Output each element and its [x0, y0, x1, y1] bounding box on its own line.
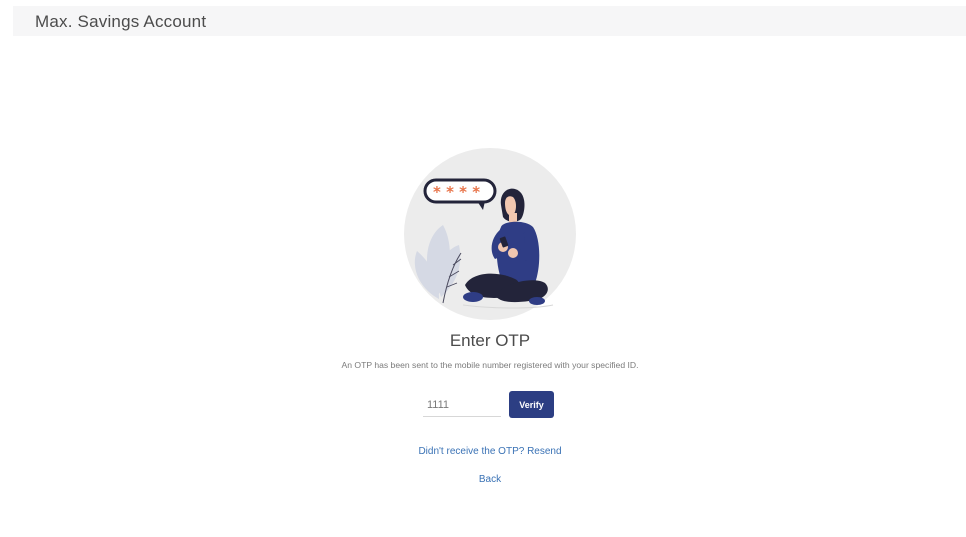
verify-button[interactable]: Verify — [509, 391, 554, 418]
otp-illustration: * * * * — [403, 147, 577, 321]
page-header: Max. Savings Account — [13, 6, 966, 36]
woman-with-phone-illustration-icon: * * * * — [404, 148, 576, 320]
otp-description: An OTP has been sent to the mobile numbe… — [341, 360, 639, 370]
page-title: Max. Savings Account — [35, 12, 207, 31]
resend-otp-link[interactable]: Didn't receive the OTP? Resend — [0, 446, 966, 457]
otp-heading: Enter OTP — [449, 331, 531, 350]
back-link[interactable]: Back — [0, 474, 966, 485]
otp-input[interactable] — [423, 394, 501, 417]
password-stars: * * * * — [433, 183, 480, 201]
